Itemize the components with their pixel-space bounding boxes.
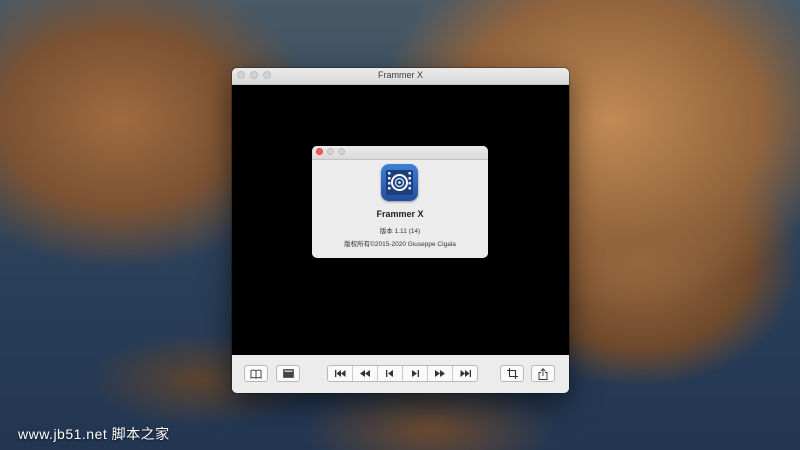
- skip-to-end-button[interactable]: [453, 366, 477, 381]
- skip-to-start-icon: [334, 370, 345, 377]
- about-titlebar[interactable]: [312, 146, 488, 160]
- step-back-icon: [386, 370, 393, 377]
- about-copyright: 版权所有©2015-2020 Giuseppe Cigala: [344, 241, 456, 248]
- step-forward-button[interactable]: [403, 366, 428, 381]
- about-dialog: Frammer X 版本 1.11 (14) 版权所有©2015-2020 Gi…: [312, 146, 488, 258]
- step-forward-icon: [412, 370, 419, 377]
- share-button[interactable]: [531, 365, 555, 382]
- film-icon: [282, 369, 294, 378]
- rewind-button[interactable]: [353, 366, 378, 381]
- rewind-icon: [360, 370, 370, 377]
- skip-to-start-button[interactable]: [328, 366, 353, 381]
- film-reel-icon: [386, 170, 413, 195]
- fast-forward-icon: [435, 370, 445, 377]
- window-titlebar[interactable]: Frammer X: [232, 68, 569, 85]
- step-back-button[interactable]: [378, 366, 403, 381]
- window-title: Frammer X: [378, 70, 423, 80]
- bottom-toolbar: [232, 355, 569, 393]
- crop-button[interactable]: [500, 365, 524, 382]
- frammer-app-icon: [381, 164, 418, 201]
- crop-icon: [506, 368, 518, 379]
- share-icon: [538, 367, 548, 380]
- book-icon: [250, 369, 262, 379]
- about-app-name: Frammer X: [376, 209, 424, 219]
- media-button[interactable]: [276, 365, 300, 382]
- about-close-button[interactable]: [316, 148, 323, 155]
- site-watermark: www.jb51.net 脚本之家: [18, 426, 170, 442]
- skip-to-end-icon: [460, 370, 471, 377]
- fast-forward-button[interactable]: [428, 366, 453, 381]
- about-traffic-lights: [316, 148, 345, 155]
- library-button[interactable]: [244, 365, 268, 382]
- about-version: 版本 1.11 (14): [379, 228, 421, 235]
- playback-controls: [327, 365, 478, 382]
- about-minimize-button[interactable]: [327, 148, 334, 155]
- about-zoom-button[interactable]: [338, 148, 345, 155]
